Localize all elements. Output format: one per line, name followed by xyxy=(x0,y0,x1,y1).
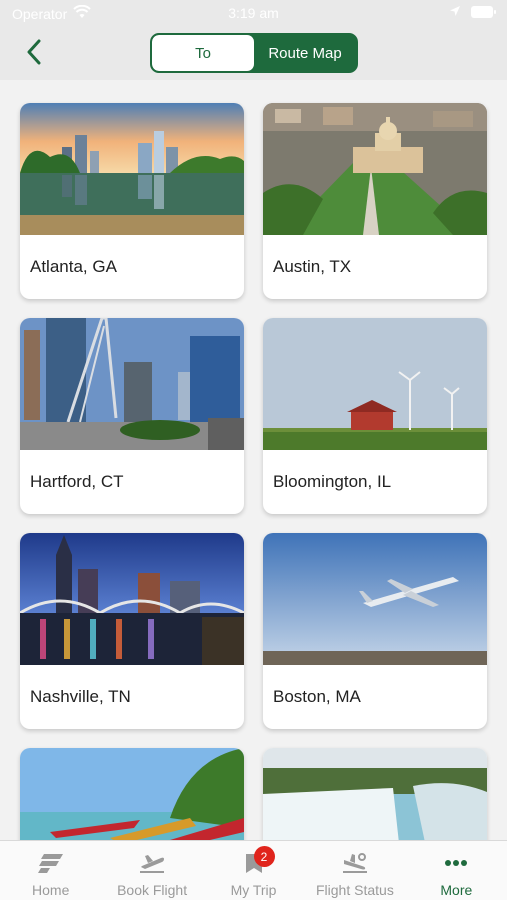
destination-card-beach[interactable] xyxy=(20,748,244,840)
destination-city-label: Hartford, CT xyxy=(30,472,124,491)
tab-flight-status[interactable]: Flight Status xyxy=(304,841,405,900)
tab-to[interactable]: To xyxy=(152,35,254,71)
tab-more[interactable]: More xyxy=(406,841,507,900)
destination-card-austin[interactable]: Austin, TX xyxy=(263,103,487,299)
plane-landing-icon xyxy=(341,851,369,875)
battery-icon xyxy=(471,6,496,18)
hartford-photo xyxy=(20,318,244,450)
back-button[interactable] xyxy=(20,38,48,66)
status-time: 3:19 am xyxy=(228,5,279,21)
tab-book-flight-label: Book Flight xyxy=(117,882,188,898)
destination-card-atlanta[interactable]: Atlanta, GA xyxy=(20,103,244,299)
tab-my-trip-label: My Trip xyxy=(230,882,277,898)
destination-card-niagara[interactable] xyxy=(263,748,487,840)
tab-book-flight[interactable]: Book Flight xyxy=(101,841,202,900)
more-dots-icon xyxy=(442,851,470,875)
top-nav-bar: To Route Map xyxy=(0,26,507,80)
chevron-left-icon xyxy=(27,39,41,65)
tab-home[interactable]: Home xyxy=(0,841,101,900)
austin-photo xyxy=(263,103,487,235)
destination-card-nashville[interactable]: Nashville, TN xyxy=(20,533,244,729)
destination-view-toggle: To Route Map xyxy=(150,33,358,73)
tab-more-label: More xyxy=(440,882,473,898)
destination-city-label: Boston, MA xyxy=(273,687,361,706)
bloomington-photo xyxy=(263,318,487,450)
plane-takeoff-icon xyxy=(138,851,166,875)
tab-flight-status-label: Flight Status xyxy=(316,882,394,898)
bottom-tab-bar: Home Book Flight 2 My Trip Flight Status… xyxy=(0,840,507,900)
destination-card-bloomington[interactable]: Bloomington, IL xyxy=(263,318,487,514)
atlanta-photo xyxy=(20,103,244,235)
status-bar: Operator 3:19 am xyxy=(0,0,507,26)
beach-photo xyxy=(20,748,244,840)
destination-card-hartford[interactable]: Hartford, CT xyxy=(20,318,244,514)
nashville-photo xyxy=(20,533,244,665)
tab-my-trip[interactable]: 2 My Trip xyxy=(203,841,304,900)
destination-city-label: Atlanta, GA xyxy=(30,257,117,276)
destination-city-label: Austin, TX xyxy=(273,257,352,276)
tab-home-label: Home xyxy=(32,882,70,898)
my-trip-badge: 2 xyxy=(253,846,275,867)
destination-city-label: Nashville, TN xyxy=(30,687,131,706)
niagara-photo xyxy=(263,748,487,840)
boston-photo xyxy=(263,533,487,665)
location-arrow-icon xyxy=(449,4,461,20)
home-logo-icon xyxy=(37,851,65,875)
destination-card-boston[interactable]: Boston, MA xyxy=(263,533,487,729)
bookmark-icon: 2 xyxy=(240,846,275,875)
tab-route-map[interactable]: Route Map xyxy=(254,35,356,71)
destination-grid: Atlanta, GA Austin, TX Hartford, CT Bloo… xyxy=(0,80,507,840)
destination-city-label: Bloomington, IL xyxy=(273,472,392,491)
